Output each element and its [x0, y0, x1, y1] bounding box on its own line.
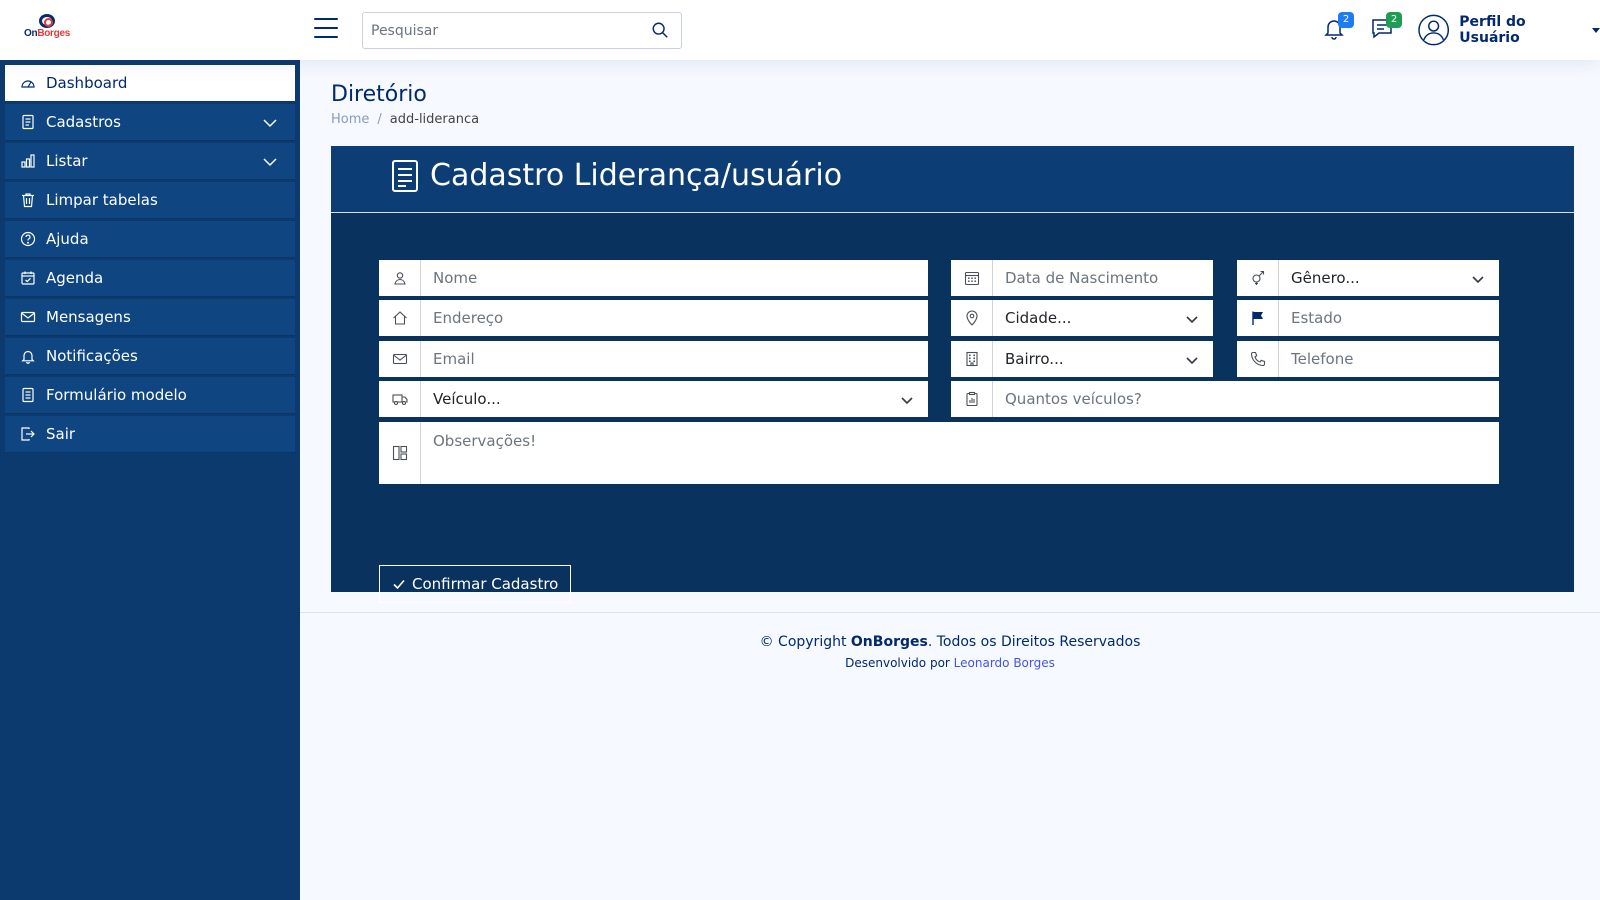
sidebar-item-notificacoes[interactable]: Notificações	[5, 338, 295, 375]
search-bar	[362, 12, 682, 49]
cidade-field-group: Cidade...	[951, 300, 1213, 338]
data-nascimento-field-group	[951, 260, 1213, 298]
envelope-icon	[392, 353, 407, 365]
veiculo-field-group: Veículo...	[379, 381, 928, 419]
top-header: OnBorges 2 2 Perfil do Usuário	[0, 0, 1600, 60]
logo-mark-icon	[39, 14, 55, 28]
genero-select[interactable]: Gênero...	[1279, 260, 1499, 296]
observacoes-textarea[interactable]	[421, 422, 1499, 482]
footer: © Copyright OnBorges. Todos os Direitos …	[300, 634, 1600, 670]
messages-button[interactable]: 2	[1370, 12, 1402, 42]
chevron-down-icon	[901, 397, 913, 405]
footer-credit: Desenvolvido por Leonardo Borges	[845, 656, 1055, 670]
telephone-icon	[1250, 351, 1265, 367]
envelope-icon	[20, 311, 36, 323]
estado-field-group	[1237, 300, 1499, 338]
quantos-veiculos-input[interactable]	[993, 381, 1499, 417]
onborges-logo[interactable]: OnBorges	[18, 14, 76, 44]
journal-icon	[22, 114, 34, 130]
register-card: Cadastro Liderança/usuário Gênero... Cid…	[331, 146, 1574, 603]
chevron-down-icon	[1472, 276, 1484, 284]
profile-name: Perfil do Usuário	[1459, 14, 1526, 46]
estado-input[interactable]	[1279, 300, 1499, 336]
data-nascimento-input[interactable]	[993, 260, 1213, 296]
chevron-down-icon	[1186, 357, 1198, 365]
check-icon	[393, 579, 405, 590]
notifications-button[interactable]: 2	[1322, 12, 1354, 42]
chevron-down-icon	[263, 158, 277, 167]
geo-pin-icon	[965, 310, 978, 326]
footer-divider	[300, 612, 1600, 613]
breadcrumb-home[interactable]: Home	[331, 112, 369, 127]
user-avatar-icon	[1418, 14, 1450, 46]
person-icon	[393, 272, 406, 285]
card-header: Cadastro Liderança/usuário	[331, 146, 1574, 213]
sidebar-toggle-icon[interactable]	[314, 18, 338, 40]
file-text-icon	[22, 387, 34, 403]
endereco-input[interactable]	[421, 300, 928, 336]
house-icon	[392, 311, 407, 325]
breadcrumb-current: add-lideranca	[389, 112, 480, 127]
calendar-icon	[964, 271, 979, 286]
clipboard-data-icon	[965, 391, 978, 407]
confirm-register-button[interactable]: Confirmar Cadastro	[379, 565, 572, 603]
genero-field-group: Gênero...	[1237, 260, 1499, 298]
layout-split-icon	[392, 445, 407, 461]
endereco-field-group	[379, 300, 928, 338]
main-content: Diretório Home / add-lideranca Cadastro …	[300, 60, 1600, 900]
sidebar-item-listar[interactable]: Listar	[5, 143, 295, 180]
footer-copyright: © Copyright OnBorges. Todos os Direitos …	[759, 634, 1141, 650]
nome-field-group	[379, 260, 928, 298]
telefone-input[interactable]	[1279, 341, 1499, 377]
sidebar-item-sair[interactable]: Sair	[5, 416, 295, 453]
telefone-field-group	[1237, 341, 1499, 379]
developer-link[interactable]: Leonardo Borges	[954, 656, 1055, 670]
card-title: Cadastro Liderança/usuário	[430, 158, 843, 193]
notifications-badge: 2	[1338, 12, 1354, 28]
cidade-select[interactable]: Cidade...	[993, 300, 1213, 336]
nome-input[interactable]	[421, 260, 928, 296]
gender-icon	[1251, 270, 1264, 285]
email-input[interactable]	[421, 341, 928, 377]
observacoes-field-group	[379, 422, 1499, 484]
search-icon[interactable]	[651, 21, 669, 39]
trash-icon	[22, 193, 34, 208]
breadcrumb: Home / add-lideranca	[331, 112, 479, 127]
chevron-down-icon	[1186, 316, 1198, 324]
sidebar: Dashboard Cadastros Listar Limpar tabela…	[0, 60, 300, 900]
caret-down-icon	[1592, 27, 1600, 33]
calendar-check-icon	[21, 271, 35, 285]
sidebar-item-dashboard[interactable]: Dashboard	[5, 65, 295, 102]
chevron-down-icon	[263, 119, 277, 128]
speedometer-icon	[21, 80, 35, 88]
veiculo-select[interactable]: Veículo...	[421, 381, 928, 417]
bairro-field-group: Bairro...	[951, 341, 1213, 379]
sidebar-item-limpar-tabelas[interactable]: Limpar tabelas	[5, 182, 295, 219]
question-circle-icon	[20, 231, 36, 247]
page-title: Diretório	[331, 82, 427, 107]
bar-chart-icon	[21, 154, 35, 168]
bell-icon	[21, 350, 35, 364]
bairro-select[interactable]: Bairro...	[993, 341, 1213, 377]
truck-icon	[391, 394, 408, 406]
box-arrow-right-icon	[21, 427, 35, 441]
profile-dropdown[interactable]: Perfil do Usuário	[1418, 14, 1600, 46]
flag-icon	[1251, 311, 1263, 325]
sidebar-item-mensagens[interactable]: Mensagens	[5, 299, 295, 336]
building-icon	[965, 351, 978, 367]
sidebar-item-formulario-modelo[interactable]: Formulário modelo	[5, 377, 295, 414]
search-input[interactable]	[363, 13, 643, 48]
sidebar-item-cadastros[interactable]: Cadastros	[5, 104, 295, 141]
sidebar-item-ajuda[interactable]: Ajuda	[5, 221, 295, 258]
breadcrumb-separator: /	[377, 112, 382, 127]
messages-badge: 2	[1386, 12, 1402, 28]
sidebar-item-agenda[interactable]: Agenda	[5, 260, 295, 297]
logo-brand-text: OnBorges	[24, 28, 70, 39]
quantos-veiculos-field-group	[951, 381, 1499, 419]
document-icon	[392, 160, 418, 192]
email-field-group	[379, 341, 928, 379]
